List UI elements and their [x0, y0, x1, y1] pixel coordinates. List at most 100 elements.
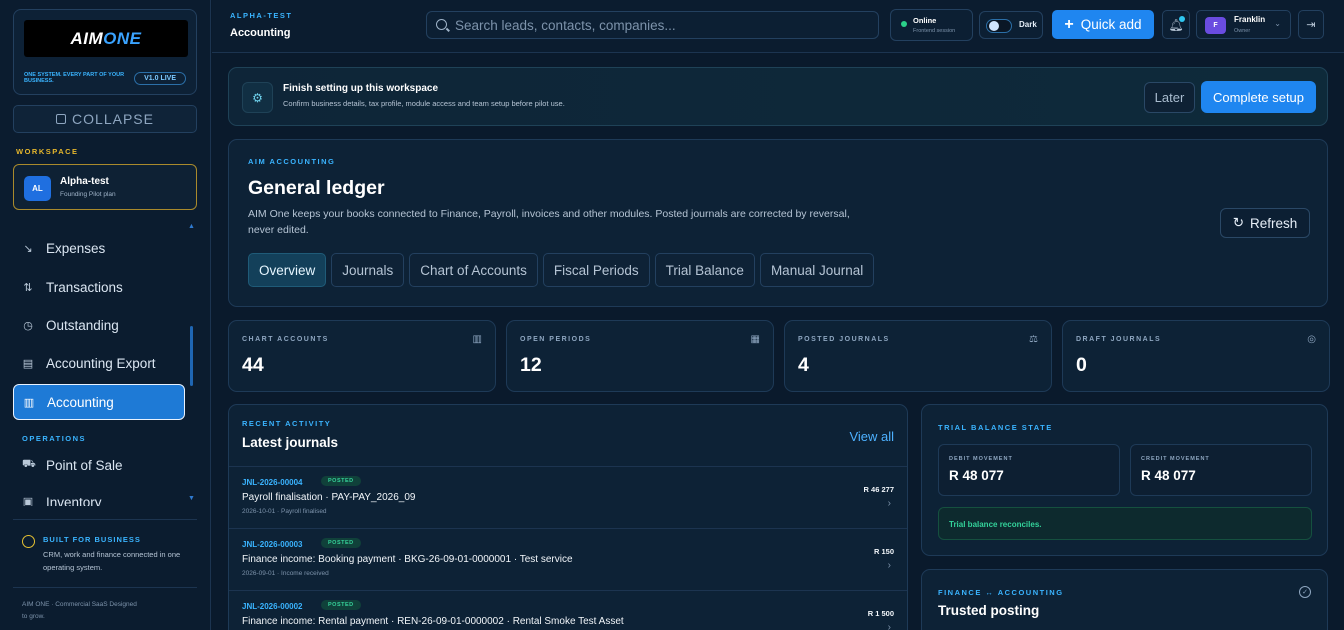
built-title: BUILT FOR BUSINESS: [43, 535, 141, 544]
tab-journals[interactable]: Journals: [331, 253, 405, 287]
later-button[interactable]: Later: [1144, 82, 1195, 113]
sidebar-scrollbar[interactable]: [190, 326, 193, 386]
stat-value: 44: [242, 354, 264, 376]
sidebar-item-outstanding[interactable]: ◷ Outstanding: [13, 307, 185, 343]
credit-value: R 48 077: [1141, 468, 1196, 483]
journal-title: Payroll finalisation · PAY-PAY_2026_09: [242, 492, 416, 503]
complete-setup-button[interactable]: Complete setup: [1201, 81, 1316, 113]
workspace-plan: Founding Pilot plan: [60, 191, 116, 198]
search-input[interactable]: [455, 16, 865, 35]
setup-title: Finish setting up this workspace: [283, 83, 439, 94]
activity-title: Latest journals: [242, 435, 339, 450]
chevron-down-icon: ⌄: [1274, 19, 1281, 28]
notification-dot-icon: [1179, 16, 1185, 22]
status-pill[interactable]: Online Frontend session: [890, 9, 973, 41]
operations-section-label: OPERATIONS: [22, 434, 87, 443]
tab-manual-journal[interactable]: Manual Journal: [759, 253, 875, 287]
user-menu[interactable]: F Franklin Owner ⌄: [1196, 10, 1291, 39]
divider: [13, 587, 197, 588]
credit-movement-box: CREDIT MOVEMENT R 48 077: [1130, 444, 1312, 496]
moon-icon: [989, 21, 999, 31]
breadcrumb-workspace[interactable]: ALPHA-TEST: [230, 11, 293, 20]
status-title: Online: [913, 16, 937, 25]
calendar-icon: ▦: [750, 334, 760, 345]
topbar: ALPHA-TEST Accounting Online Frontend se…: [212, 0, 1344, 53]
journal-amount: R 46 277: [863, 485, 894, 494]
refresh-icon: ↻: [1232, 215, 1245, 230]
scroll-up-arrow-icon[interactable]: ▲: [188, 223, 195, 230]
status-badge: POSTED: [321, 538, 361, 548]
workspace-switcher[interactable]: AL Alpha-test Founding Pilot plan: [13, 164, 197, 210]
trusted-title: Trusted posting: [938, 603, 1040, 618]
status-badge: POSTED: [321, 600, 361, 610]
sidebar-item-inventory[interactable]: ▣ Inventory: [13, 486, 185, 506]
stat-card-posted-journals: POSTED JOURNALS 4 ⚖: [784, 320, 1052, 392]
sidebar: AIMONE ONE SYSTEM. EVERY PART OF YOUR BU…: [0, 0, 211, 630]
journal-id: JNL-2026-00004: [242, 478, 303, 487]
file-icon: ▤: [22, 357, 34, 370]
journal-meta: 2026-09-01 · Income received: [242, 570, 329, 577]
status-subtitle: Frontend session: [913, 28, 956, 34]
logout-button[interactable]: ⇥: [1298, 10, 1324, 39]
check-circle-icon: ✓: [1299, 586, 1311, 598]
stat-card-chart-accounts: CHART ACCOUNTS 44 ▥: [228, 320, 496, 392]
journal-title: Finance income: Rental payment · REN-26-…: [242, 616, 624, 627]
journal-row[interactable]: JNL-2026-00004 POSTED Payroll finalisati…: [229, 466, 907, 528]
plus-icon: +: [1064, 15, 1074, 33]
sidebar-item-expenses[interactable]: ↘ Expenses: [13, 230, 185, 266]
chevron-right-icon: ›: [887, 622, 891, 630]
avatar: F: [1205, 17, 1226, 34]
trial-balance-card: TRIAL BALANCE STATE DEBIT MOVEMENT R 48 …: [921, 404, 1328, 556]
stat-card-open-periods: OPEN PERIODS 12 ▦: [506, 320, 774, 392]
theme-toggle[interactable]: Dark: [979, 11, 1043, 39]
ledger-eyebrow: AIM ACCOUNTING: [248, 157, 336, 166]
arrows-updown-icon: ⇅: [23, 281, 33, 294]
tab-fiscal-periods[interactable]: Fiscal Periods: [542, 253, 650, 287]
search-icon: [436, 19, 447, 30]
sliders-icon: ⚙: [242, 82, 273, 113]
view-all-link[interactable]: View all: [849, 429, 894, 444]
sidebar-item-accounting[interactable]: ▥ Accounting: [13, 384, 185, 420]
search-box[interactable]: [426, 11, 879, 39]
journal-row[interactable]: JNL-2026-00002 POSTED Finance income: Re…: [229, 590, 907, 630]
version-badge: V1.0 LIVE: [134, 72, 186, 85]
setup-banner: ⚙ Finish setting up this workspace Confi…: [228, 67, 1328, 126]
journal-amount: R 1 500: [867, 609, 894, 618]
check-circle-icon: ◎: [1307, 334, 1316, 345]
stat-value: 12: [520, 354, 542, 376]
sidebar-item-transactions[interactable]: ⇅ Transactions: [13, 269, 185, 305]
book-icon: ▥: [23, 396, 35, 409]
tab-overview[interactable]: Overview: [248, 253, 327, 287]
workspace-name: Alpha-test: [60, 176, 109, 187]
notifications-button[interactable]: 🔔︎: [1162, 10, 1190, 39]
setup-subtitle: Confirm business details, tax profile, m…: [283, 99, 565, 108]
journal-meta: 2026-10-01 · Payroll finalised: [242, 508, 327, 515]
toggle-switch[interactable]: [986, 19, 1012, 33]
refresh-button[interactable]: ↻ Refresh: [1220, 208, 1310, 238]
tab-trial-balance[interactable]: Trial Balance: [654, 253, 755, 287]
journal-row[interactable]: JNL-2026-00003 POSTED Finance income: Bo…: [229, 528, 907, 590]
debit-movement-box: DEBIT MOVEMENT R 48 077: [938, 444, 1120, 496]
scale-icon: ⚖: [1029, 334, 1038, 345]
sidebar-item-accounting-export[interactable]: ▤ Accounting Export: [13, 345, 185, 381]
logo[interactable]: AIMONE: [24, 20, 188, 57]
box-icon: ▣: [22, 496, 34, 506]
divider: [13, 519, 197, 520]
scroll-down-arrow-icon[interactable]: ▼: [188, 495, 195, 502]
ledger-title: General ledger: [248, 177, 385, 199]
quick-add-button[interactable]: + Quick add: [1052, 10, 1154, 39]
debit-value: R 48 077: [949, 468, 1004, 483]
brand-tagline: ONE SYSTEM. EVERY PART OF YOUR BUSINESS.: [24, 72, 125, 84]
recent-activity-card: RECENT ACTIVITY Latest journals View all…: [228, 404, 908, 630]
circle-icon: [22, 535, 35, 548]
built-text: CRM, work and finance connected in one o…: [43, 550, 181, 572]
collapse-button[interactable]: COLLAPSE: [13, 105, 197, 133]
book-icon: ▥: [472, 334, 482, 345]
user-name: Franklin: [1234, 15, 1266, 24]
tab-chart-of-accounts[interactable]: Chart of Accounts: [409, 253, 538, 287]
trusted-eyebrow: FINANCE ↔ ACCOUNTING: [938, 588, 1064, 597]
activity-eyebrow: RECENT ACTIVITY: [242, 419, 332, 428]
stat-card-draft-journals: DRAFT JOURNALS 0 ◎: [1062, 320, 1330, 392]
workspace-section-label: WORKSPACE: [16, 147, 79, 156]
sidebar-item-point-of-sale[interactable]: ⛟ Point of Sale: [13, 447, 185, 483]
